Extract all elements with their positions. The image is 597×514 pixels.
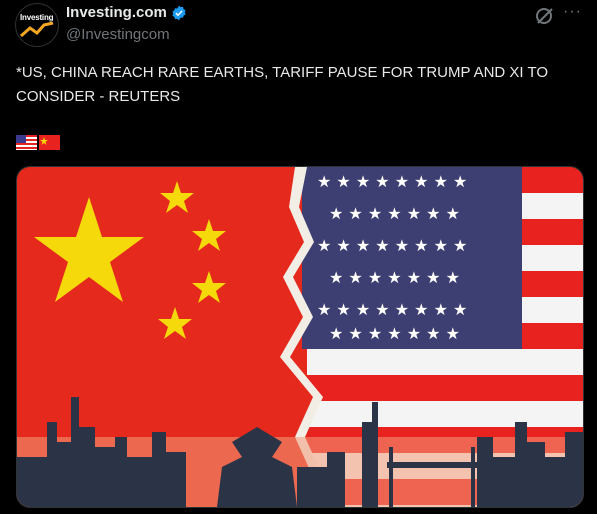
svg-text:★ ★ ★ ★ ★ ★ ★: ★ ★ ★ ★ ★ ★ ★ [329,268,460,287]
tweet-text: *US, CHINA REACH RARE EARTHS, TARIFF PAU… [16,64,553,105]
china-flag-emoji [39,135,60,150]
handle[interactable]: @Investingcom [66,26,170,43]
name-row: Investing.com [66,4,187,21]
tweet-media-image[interactable]: ★ ★ ★ ★ ★ ★ ★ ★ ★ ★ ★ ★ ★ ★ ★ ★ ★ ★ ★ ★ … [16,166,584,508]
flag-emojis [16,135,60,150]
us-flag-emoji [16,135,37,150]
display-name[interactable]: Investing.com [66,4,167,21]
chart-line-icon [20,22,54,38]
svg-text:★ ★ ★ ★ ★ ★ ★ ★: ★ ★ ★ ★ ★ ★ ★ ★ [317,300,467,319]
svg-text:★ ★ ★ ★ ★ ★ ★ ★: ★ ★ ★ ★ ★ ★ ★ ★ [317,236,467,255]
grok-icon[interactable] [535,6,555,26]
svg-text:★ ★ ★ ★ ★ ★ ★ ★: ★ ★ ★ ★ ★ ★ ★ ★ [317,172,467,191]
verified-badge-icon [172,5,186,20]
avatar[interactable]: Investing [15,3,59,47]
avatar-logo-text: Investing [20,13,54,22]
us-canton [302,167,522,349]
us-china-flags-image: ★ ★ ★ ★ ★ ★ ★ ★ ★ ★ ★ ★ ★ ★ ★ ★ ★ ★ ★ ★ … [17,167,583,507]
svg-text:★ ★ ★ ★ ★ ★ ★: ★ ★ ★ ★ ★ ★ ★ [329,324,460,343]
more-icon[interactable]: ··· [563,3,582,21]
svg-text:★ ★ ★ ★ ★ ★ ★: ★ ★ ★ ★ ★ ★ ★ [329,204,460,223]
tweet-header: Investing Investing.com @Investingcom ··… [0,0,597,52]
